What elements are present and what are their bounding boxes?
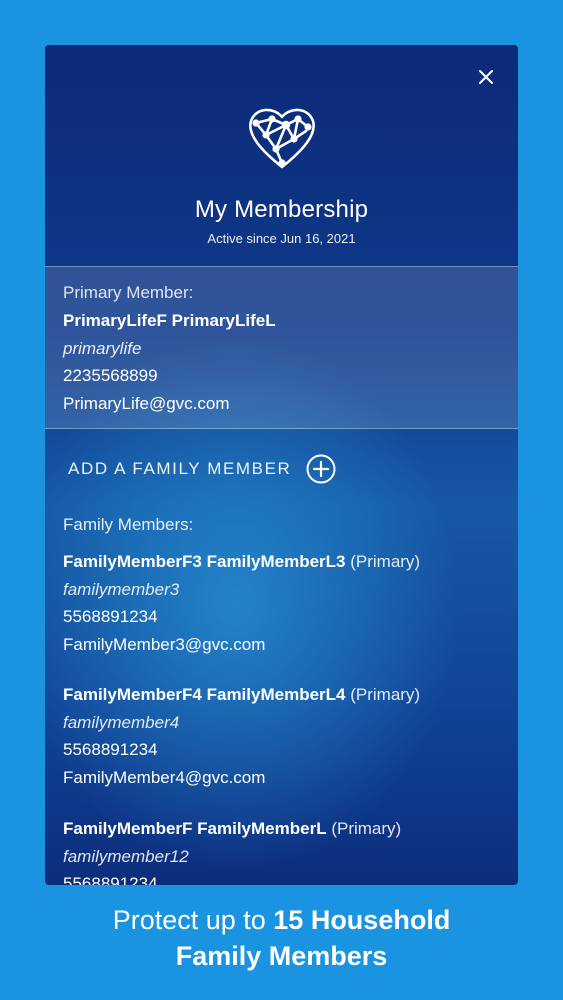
family-member-email: FamilyMember4@gvc.com (63, 767, 266, 787)
family-member-name: FamilyMemberF FamilyMemberL (63, 819, 327, 838)
family-member-email: FamilyMember3@gvc.com (63, 634, 266, 654)
page-title: My Membership (194, 196, 369, 223)
family-member-card: FamilyMemberF3 FamilyMemberL3 (Primary) … (63, 548, 513, 658)
family-member-phone: 5568891234 (63, 874, 158, 885)
family-member-username: familymember4 (63, 712, 180, 732)
membership-card: My Membership Active since Jun 16, 2021 … (45, 45, 518, 885)
family-member-tag: (Primary) (350, 685, 421, 704)
family-member-tag: (Primary) (350, 552, 421, 571)
family-member-name: FamilyMemberF3 FamilyMemberL3 (63, 552, 346, 571)
close-icon (479, 70, 493, 84)
promo-caption-prefix: Protect up to (112, 905, 274, 935)
family-member-card: FamilyMemberF4 FamilyMemberL4 (Primary) … (63, 681, 513, 791)
add-family-member-button[interactable]: ADD A FAMILY MEMBER (68, 453, 336, 485)
promo-caption: Protect up to 15 Household Family Member… (0, 902, 563, 974)
add-family-member-label: ADD A FAMILY MEMBER (68, 459, 292, 478)
family-members-label: Family Members: (63, 515, 194, 534)
primary-member-name: PrimaryLifeF PrimaryLifeL (63, 311, 276, 330)
primary-member-label: Primary Member: (63, 283, 194, 302)
primary-member-username: primarylife (63, 339, 142, 358)
primary-member-panel: Primary Member: PrimaryLifeF PrimaryLife… (45, 266, 518, 429)
family-member-username: familymember3 (63, 579, 180, 599)
primary-member-phone: 2235568899 (63, 366, 158, 385)
family-member-card: FamilyMemberF FamilyMemberL (Primary) fa… (63, 815, 513, 885)
membership-status: Active since Jun 16, 2021 (207, 231, 356, 246)
close-button[interactable] (474, 65, 498, 89)
family-member-phone: 5568891234 (63, 740, 158, 759)
family-member-phone: 5568891234 (63, 607, 158, 626)
heart-network-icon (249, 108, 315, 169)
family-member-username: familymember12 (63, 846, 189, 866)
family-member-name: FamilyMemberF4 FamilyMemberL4 (63, 685, 346, 704)
promo-caption-highlight-2: Family Members (175, 941, 388, 971)
family-member-tag: (Primary) (331, 819, 402, 838)
promo-caption-highlight: 15 Household (273, 905, 451, 935)
primary-member-email: PrimaryLife@gvc.com (63, 394, 230, 413)
plus-circle-icon (306, 454, 336, 484)
